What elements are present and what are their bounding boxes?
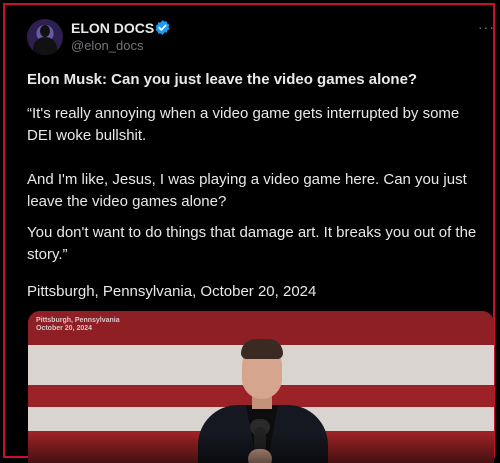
post-card: ELON DOCS @elon_docs ··· Elon Musk: Can … [3, 3, 495, 463]
author-handle[interactable]: @elon_docs [71, 38, 143, 53]
avatar-shoulders [33, 37, 57, 55]
media-caption-date: October 20, 2024 [36, 325, 93, 332]
author-name[interactable]: ELON DOCS [71, 20, 154, 36]
avatar[interactable] [27, 19, 63, 55]
post-image[interactable]: Pittsburgh, Pennsylvania October 20, 202… [28, 311, 494, 463]
post-header: ELON DOCS @elon_docs ··· [27, 19, 494, 59]
post-paragraph-3: You don't want to do things that damage … [27, 224, 477, 263]
media-caption: Pittsburgh, Pennsylvania October 20, 202… [36, 317, 120, 333]
post-paragraph-1: “It's really annoying when a video game … [27, 105, 460, 144]
post-paragraph-2: And I'm like, Jesus, I was playing a vid… [27, 171, 467, 210]
avatar-head [40, 25, 50, 37]
more-options-icon[interactable]: ··· [478, 19, 495, 35]
post-title: Elon Musk: Can you just leave the video … [27, 71, 418, 88]
verified-badge-icon [155, 20, 170, 35]
media-caption-location: Pittsburgh, Pennsylvania [36, 317, 120, 324]
image-shading [28, 433, 494, 463]
post-location-date: Pittsburgh, Pennsylvania, October 20, 20… [27, 283, 317, 300]
speaker-hair [241, 339, 283, 359]
